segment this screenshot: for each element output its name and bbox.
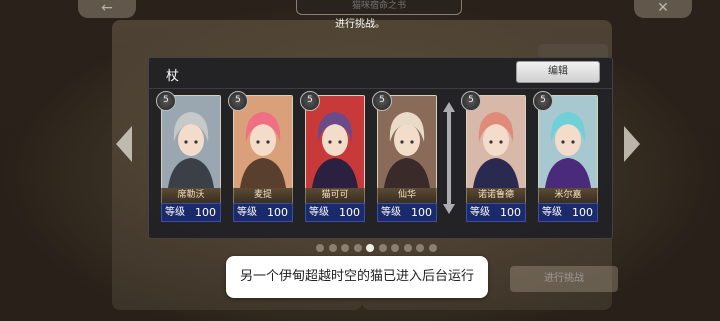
page-dot[interactable] [328,244,337,252]
level-bar: 等级 100 [305,203,365,222]
portrait-face [178,124,204,156]
portrait-face [250,124,276,156]
level-label: 等级 [309,207,329,218]
level-value: 100 [267,206,288,219]
portrait-eye [338,140,342,144]
page-dot[interactable] [353,244,362,252]
portrait-eye [266,140,270,144]
level-bar: 等级 100 [377,203,437,222]
portrait-eye [194,140,198,144]
portrait-face [483,124,509,156]
character-name: 仙华 [377,188,437,203]
level-value: 100 [411,206,432,219]
portrait-eye [489,140,493,144]
portrait-eye [499,140,503,144]
character-card[interactable]: 5 猫可可 等级 100 [300,91,365,222]
page-dot[interactable] [416,244,424,252]
page-dot[interactable] [378,244,387,252]
cost-badge: 5 [372,91,392,111]
portrait-face [322,124,348,156]
character-name: 米尔嘉 [538,188,598,203]
toast-message: 另一个伊甸超越时空的猫已进入后台运行 [226,256,488,298]
challenge-button[interactable]: 进行挑战 [510,266,618,292]
cost-badge: 5 [461,91,481,111]
page-dot[interactable] [341,244,349,252]
level-value: 100 [572,206,593,219]
character-name: 诺诺鲁德 [466,188,526,203]
level-bar: 等级 100 [233,203,293,222]
close-icon: ✕ [657,0,669,16]
book-title-tab: 猫咪宿命之书 [296,0,462,15]
portrait-face [394,124,420,156]
portrait-eye [400,140,404,144]
portrait-eye [328,140,332,144]
portrait-eye [256,140,260,144]
back-arrow-icon: ← [101,0,113,16]
portrait-eye [571,140,575,144]
cost-badge: 5 [156,91,176,111]
character-name: 席勒沃 [161,188,221,203]
level-label: 等级 [381,207,401,218]
character-name: 麦提 [233,188,293,203]
level-label: 等级 [470,207,490,218]
level-label: 等级 [165,207,185,218]
level-value: 100 [195,206,216,219]
character-card[interactable]: 5 仙华 等级 100 [372,91,437,222]
character-card[interactable]: 5 麦提 等级 100 [228,91,293,222]
page-dot[interactable] [316,244,324,252]
page-dot[interactable] [403,244,412,252]
next-page-arrow-icon[interactable] [624,126,640,162]
edit-button[interactable]: 编辑 [516,61,600,83]
character-card[interactable]: 5 米尔嘉 等级 100 [533,91,598,222]
party-divider-icon [443,102,455,214]
cost-badge: 5 [300,91,320,111]
page-dot[interactable] [366,244,374,252]
level-bar: 等级 100 [466,203,526,222]
level-label: 等级 [542,207,562,218]
page-dot[interactable] [428,244,437,252]
panel-title: 杖 [166,69,180,84]
portrait-eye [184,140,188,144]
character-name: 猫可可 [305,188,365,203]
portrait-face [555,124,581,156]
character-card[interactable]: 5 诺诺鲁德 等级 100 [461,91,526,222]
cost-badge: 5 [228,91,248,111]
level-bar: 等级 100 [161,203,221,222]
portrait-eye [410,140,414,144]
level-bar: 等级 100 [538,203,598,222]
prev-page-arrow-icon[interactable] [116,126,132,162]
top-hint-text: 进行挑战。 [335,19,385,30]
level-label: 等级 [237,207,257,218]
character-card[interactable]: 5 席勒沃 等级 100 [156,91,221,222]
page-dot[interactable] [391,244,399,252]
panel-header: 杖 编辑 [149,58,612,89]
cost-badge: 5 [533,91,553,111]
level-value: 100 [339,206,360,219]
book-title: 猫咪宿命之书 [351,1,406,11]
party-panel: 杖 编辑 5 席勒沃 等级 100 5 麦提 等级 100 5 猫可可 等级 1… [148,57,613,239]
level-value: 100 [500,206,521,219]
portrait-eye [561,140,565,144]
